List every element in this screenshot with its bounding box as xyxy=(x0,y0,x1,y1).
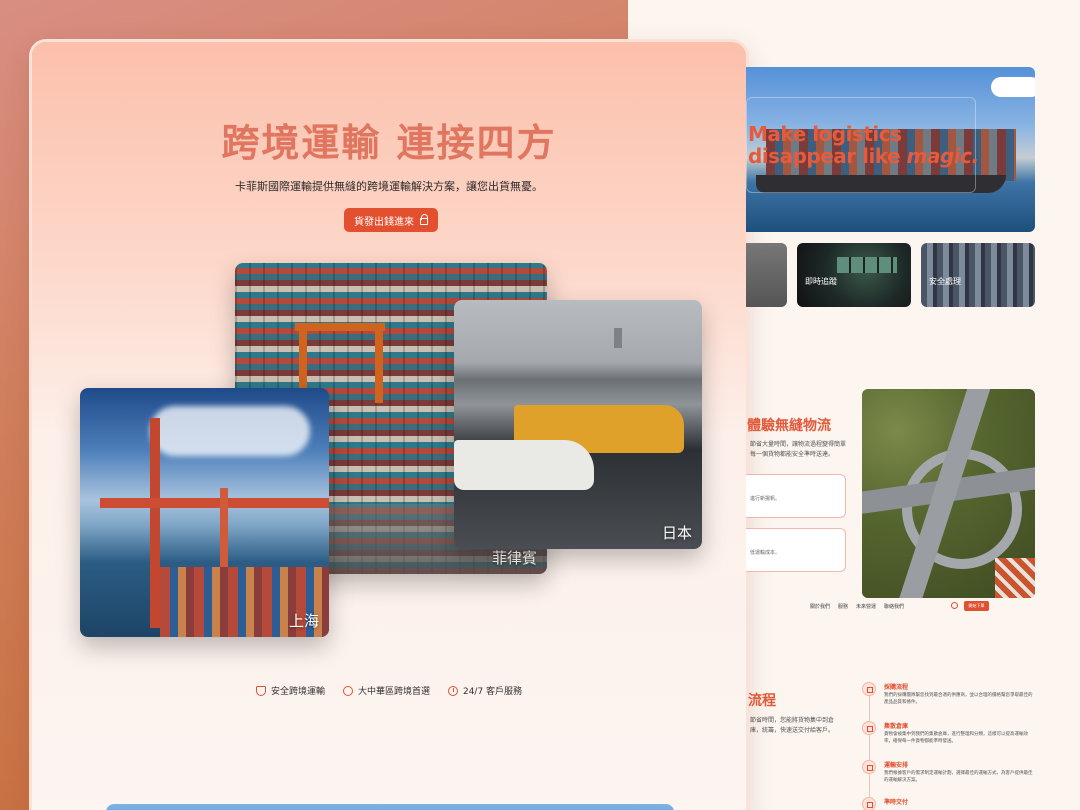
clock-icon xyxy=(447,685,458,696)
preview-tile-tracking[interactable]: 即時追蹤 xyxy=(797,243,911,307)
crane-leg xyxy=(375,323,383,403)
flow-step-desc: 我們根據客戶的需求制定運輸計劃，選擇最佳的運輸方式，為客戶提供最佳的運輸解決方案… xyxy=(884,771,1033,783)
feature-label: 24/7 客戶服務 xyxy=(462,687,523,697)
feature-list: 安全跨境運輸 大中華區跨境首選 24/7 客戶服務 xyxy=(32,684,746,697)
flow-step-desc: 貨物會被集中到我們的集散倉庫，進行整理和分類，這樣可以提高運輸效率，確保每一件貨… xyxy=(884,732,1028,744)
feature-item: 大中華區跨境首選 xyxy=(342,684,430,697)
feature-label: 安全跨境運輸 xyxy=(270,687,325,697)
preview-hero-banner: Make logistics disappear like magic. xyxy=(746,67,1035,232)
flow-text: 節省時間，您能將貨物集中到倉庫，統籌，快速送交付給客戶。 xyxy=(750,717,835,734)
cart-icon xyxy=(862,682,876,696)
flow-timeline xyxy=(869,689,870,810)
feature-item: 24/7 客戶服務 xyxy=(447,684,523,697)
tile-label-tracking: 即時追蹤 xyxy=(805,277,837,286)
preview-hero-headline: Make logistics disappear like magic. xyxy=(748,123,979,167)
monitor-screens xyxy=(837,257,897,273)
nav-item-about[interactable]: 關於我們 xyxy=(810,603,830,610)
tile-label-safety: 安全處理 xyxy=(929,277,961,286)
language-icon[interactable] xyxy=(951,602,958,609)
experience-text: 節省大量時間，讓物流過程變得簡單每一個貨物都能安全準時送達。 xyxy=(750,441,847,458)
photo-shanghai[interactable]: 上海 xyxy=(80,388,329,637)
buildings xyxy=(995,558,1035,598)
flow-step-title: 運輸安排 xyxy=(884,762,909,769)
white-ship xyxy=(454,440,594,490)
lock-icon xyxy=(420,214,428,225)
clock-icon xyxy=(862,797,876,810)
shield-icon xyxy=(255,685,266,696)
hero-title: 跨境運輸 連接四方 xyxy=(221,121,557,165)
hero-card: 跨境運輸 連接四方 卡菲斯國際運輸提供無縫的跨境運輸解決方案，讓您出貨無憂。 貨… xyxy=(32,42,746,810)
photo-label-shanghai: 上海 xyxy=(288,612,319,630)
experience-box: 低運輸成本。 xyxy=(746,528,846,572)
warehouse-icon xyxy=(862,721,876,735)
headline-line2: disappear like xyxy=(748,144,901,168)
nav-item-future[interactable]: 未來營運 xyxy=(856,603,876,610)
ship-now-button[interactable]: 貨發出錢進來 xyxy=(344,208,438,232)
photo-label-japan: 日本 xyxy=(661,524,692,542)
feature-label: 大中華區跨境首選 xyxy=(357,687,430,697)
experience-title: 體驗無縫物流 xyxy=(747,418,831,434)
crane-tower xyxy=(150,418,160,628)
mini-navbar: 關於我們 服務 未來營運 聯絡我們 xyxy=(810,603,904,610)
nav-item-services[interactable]: 服務 xyxy=(838,603,848,610)
flow-step-title: 採購流程 xyxy=(884,684,909,691)
truck-icon xyxy=(862,760,876,774)
hero-subtitle: 卡菲斯國際運輸提供無縫的跨境運輸解決方案，讓您出貨無憂。 xyxy=(235,180,543,193)
experience-box: 進行新揚帆。 xyxy=(746,474,846,518)
flow-title: 流程 xyxy=(748,693,776,709)
cloud xyxy=(991,77,1035,97)
preview-tile-safety[interactable]: 安全處理 xyxy=(921,243,1035,307)
headline-line1: Make logistics xyxy=(748,122,902,146)
crane-beam xyxy=(295,323,385,331)
skyline-building xyxy=(614,328,622,348)
photo-japan[interactable]: 日本 xyxy=(454,300,702,549)
headline-emphasis: magic. xyxy=(906,144,979,168)
cloud xyxy=(150,406,310,456)
nav-item-contact[interactable]: 聯絡我們 xyxy=(884,603,904,610)
experience-box-text: 低運輸成本。 xyxy=(750,550,781,556)
ship-now-label: 貨發出錢進來 xyxy=(354,216,414,228)
photo-label-philippines: 菲律賓 xyxy=(491,549,537,567)
aerial-highway-photo xyxy=(862,389,1035,598)
next-section-preview xyxy=(106,804,674,810)
flow-step-title: 準時交付 xyxy=(884,799,909,806)
flow-step-desc: 我們的採購團隊幫您找到最合適的供應商，並以合理的價格幫您爭取最佳的產品品質和條件… xyxy=(884,693,1033,705)
feature-item: 安全跨境運輸 xyxy=(255,684,325,697)
experience-box-text: 進行新揚帆。 xyxy=(750,496,781,502)
crane-arm xyxy=(100,498,329,508)
preview-tile xyxy=(746,243,787,307)
order-button[interactable]: 開始下單 xyxy=(964,601,989,611)
flow-step-title: 集散倉庫 xyxy=(884,723,909,730)
globe-icon xyxy=(342,685,353,696)
